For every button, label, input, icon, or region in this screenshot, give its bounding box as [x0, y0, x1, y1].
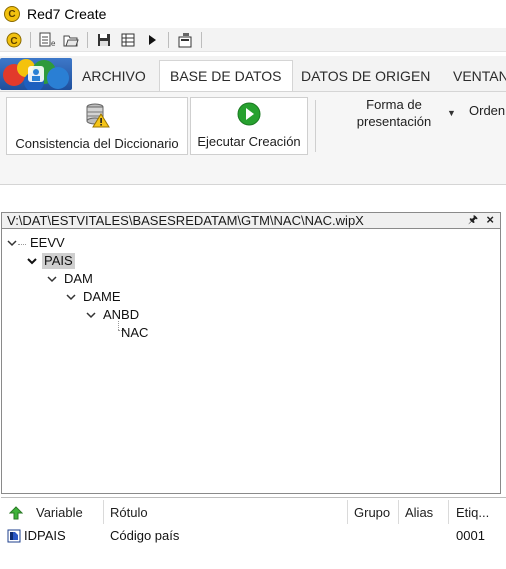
open-folder-icon[interactable]	[61, 30, 81, 50]
new-dictionary-icon[interactable]: e	[37, 30, 57, 50]
ribbon-separator	[315, 100, 316, 152]
tab-ventana[interactable]: VENTANA	[443, 64, 506, 92]
chevron-down-icon[interactable]	[65, 291, 77, 303]
forma-line1: Forma de	[366, 97, 422, 112]
ejecutar-creacion-button[interactable]: Ejecutar Creación	[190, 97, 308, 155]
arrow-up-icon[interactable]	[8, 506, 24, 523]
properties-icon[interactable]	[175, 30, 195, 50]
col-header-alias[interactable]: Alias	[405, 505, 433, 520]
ribbon-tabs: ARCHIVO BASE DE DATOS DATOS DE ORIGEN VE…	[0, 56, 506, 93]
dictionary-tree-panel: V:\DAT\ESTVITALES\BASESREDATAM\GTM\NAC\N…	[1, 212, 501, 494]
tab-base-de-datos[interactable]: BASE DE DATOS	[159, 60, 293, 93]
tree-node-dam[interactable]: DAM	[46, 271, 95, 287]
col-header-rotulo[interactable]: Rótulo	[110, 505, 148, 520]
chevron-down-icon[interactable]	[46, 273, 58, 285]
dictionary-path: V:\DAT\ESTVITALES\BASESREDATAM\GTM\NAC\N…	[7, 213, 364, 228]
column-divider	[103, 500, 104, 524]
cell-etiq: 0001	[456, 528, 485, 543]
chevron-down-icon[interactable]	[6, 237, 18, 249]
tree-node-label: DAME	[83, 289, 121, 304]
column-divider	[347, 500, 348, 524]
forma-presentacion-dropdown[interactable]: Forma de presentación	[326, 96, 462, 132]
dropdown-arrow-icon[interactable]: ▼	[447, 108, 456, 118]
play-icon[interactable]	[142, 30, 162, 50]
pin-icon[interactable]: 🖈	[468, 213, 478, 228]
app-logo-icon[interactable]: C	[4, 6, 20, 22]
toolbar-separator	[201, 31, 202, 48]
tree-node-label: NAC	[121, 325, 149, 340]
svg-text:e: e	[51, 39, 56, 48]
window-title: Red7 Create	[27, 6, 107, 22]
run-icon	[237, 102, 261, 126]
ribbon-panel: Consistencia del Diccionario Ejecutar Cr…	[0, 91, 506, 185]
col-header-variable[interactable]: Variable	[36, 505, 83, 520]
svg-text:C: C	[10, 36, 17, 47]
tree-node-label: DAM	[64, 271, 93, 286]
tree-node-eevv[interactable]: EEVV	[6, 235, 67, 251]
variables-table: Variable Rótulo Grupo Alias Etiq... IDPA…	[1, 497, 506, 569]
tree-node-nac[interactable]: NAC	[119, 325, 150, 341]
tree-header: V:\DAT\ESTVITALES\BASESREDATAM\GTM\NAC\N…	[2, 213, 500, 229]
col-header-etiq[interactable]: Etiq...	[456, 505, 489, 520]
col-header-grupo[interactable]: Grupo	[354, 505, 390, 520]
cell-variable: IDPAIS	[24, 528, 66, 543]
chevron-down-icon[interactable]	[26, 255, 38, 267]
cell-rotulo: Código país	[110, 528, 180, 543]
orden-label[interactable]: Orden	[469, 103, 505, 118]
toolbar-separator	[168, 31, 169, 48]
forma-line2: presentación	[356, 114, 432, 129]
redatam-logo-icon	[3, 59, 69, 90]
table-icon[interactable]	[118, 30, 138, 50]
tab-archivo[interactable]: ARCHIVO	[72, 64, 156, 92]
tree-node-dame[interactable]: DAME	[65, 289, 123, 305]
tree-node-pais[interactable]: PAIS	[26, 253, 75, 269]
toolbar-separator	[87, 31, 88, 48]
app-c-icon[interactable]: C	[4, 30, 24, 50]
ejecutar-label: Ejecutar Creación	[197, 134, 301, 149]
column-divider	[398, 500, 399, 524]
column-divider	[448, 500, 449, 524]
title-bar: C Red7 Create	[0, 0, 506, 28]
tree-node-anbd[interactable]: ANBD	[85, 307, 141, 323]
database-warning-icon	[86, 103, 110, 128]
save-icon[interactable]	[94, 30, 114, 50]
chevron-down-icon[interactable]	[85, 309, 97, 321]
toolbar-separator	[30, 31, 31, 48]
app-menu-button[interactable]	[0, 58, 72, 90]
consistencia-button[interactable]: Consistencia del Diccionario	[6, 97, 188, 155]
tree-node-label: ANBD	[103, 307, 140, 322]
tab-datos-de-origen[interactable]: DATOS DE ORIGEN	[291, 64, 440, 92]
consistencia-label: Consistencia del Diccionario	[15, 136, 179, 151]
quick-access-toolbar: C e	[0, 28, 506, 52]
variable-type-icon	[7, 529, 21, 546]
tree-node-label: PAIS	[42, 253, 75, 269]
close-icon[interactable]: ×	[486, 213, 494, 227]
tree-node-label: EEVV	[30, 235, 65, 250]
